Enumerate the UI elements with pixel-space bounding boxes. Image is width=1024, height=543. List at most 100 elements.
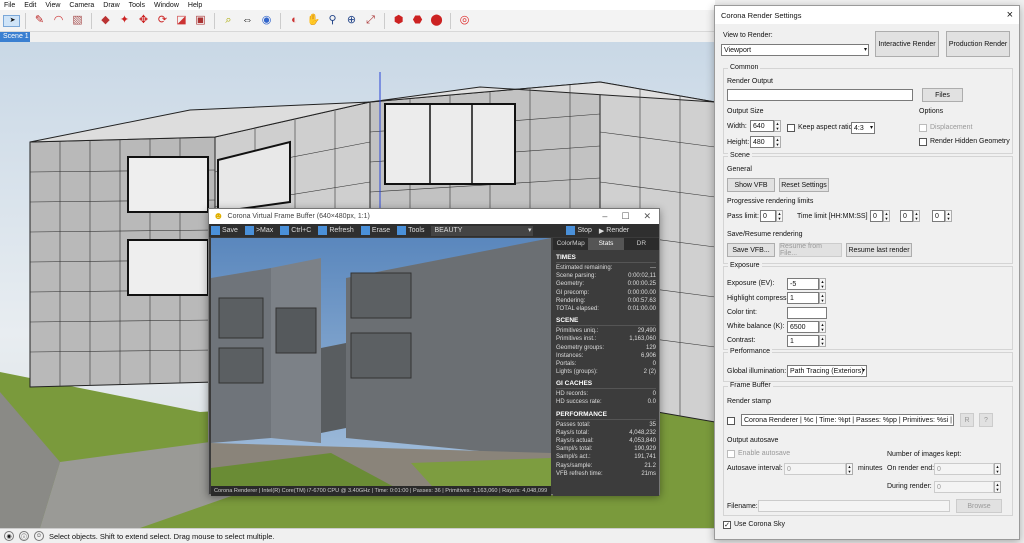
offset-tool-icon[interactable]: ▣ — [192, 12, 209, 29]
scene-tab[interactable]: Scene 1 — [0, 32, 30, 42]
on-render-end-stepper[interactable]: ▲ ▼ — [994, 463, 1001, 475]
files-button[interactable]: Files — [922, 88, 963, 102]
menu-window[interactable]: Window — [154, 2, 179, 9]
zoom-tool-icon[interactable]: ⚲ — [324, 12, 341, 29]
stamp-reset-button[interactable]: R — [960, 413, 974, 427]
time-hours-stepper[interactable]: ▲ ▼ — [883, 210, 890, 222]
exposure-ev-stepper[interactable]: ▲ ▼ — [819, 278, 826, 290]
time-seconds-stepper[interactable]: ▲ ▼ — [945, 210, 952, 222]
render-hidden-checkbox[interactable] — [919, 138, 927, 146]
tab-colormap[interactable]: ColorMap — [553, 238, 588, 250]
global-illumination-select[interactable]: Path Tracing (Exteriors) ▾ — [787, 365, 867, 377]
autosave-interval-stepper[interactable]: ▲ ▼ — [846, 463, 853, 475]
exposure-ev-field[interactable]: -5 — [787, 278, 819, 290]
white-balance-field[interactable]: 6500 — [787, 321, 819, 333]
autosave-interval-field[interactable]: 0 — [784, 463, 846, 475]
keep-aspect-checkbox[interactable] — [787, 124, 795, 132]
enable-autosave-checkbox[interactable] — [727, 450, 735, 458]
resume-from-file-button[interactable]: Resume from File... — [779, 243, 842, 257]
paint-bucket-icon[interactable]: ◉ — [258, 12, 275, 29]
pan-tool-icon[interactable]: ✋ — [305, 12, 322, 29]
browse-button[interactable]: Browse — [956, 499, 1002, 513]
tab-stats[interactable]: Stats — [588, 238, 624, 250]
dimension-icon[interactable]: ⇔ — [239, 12, 256, 29]
color-tint-swatch[interactable] — [787, 307, 827, 319]
height-field[interactable]: 480 — [750, 136, 774, 148]
filename-field[interactable] — [758, 500, 950, 512]
render-pass-select[interactable]: BEAUTY ▾ — [431, 225, 534, 236]
contrast-stepper[interactable]: ▲ ▼ — [819, 335, 826, 347]
during-render-stepper[interactable]: ▲ ▼ — [994, 481, 1001, 493]
scale-tool-icon[interactable]: ◪ — [173, 12, 190, 29]
vfb-copy-button[interactable]: Ctrl+C — [280, 226, 315, 235]
user-icon[interactable]: ☺ — [34, 531, 44, 541]
production-render-button[interactable]: Production Render — [946, 31, 1010, 57]
white-balance-stepper[interactable]: ▲ ▼ — [819, 321, 826, 333]
reset-settings-button[interactable]: Reset Settings — [779, 178, 829, 192]
credits-icon[interactable]: ⓘ — [19, 531, 29, 541]
on-render-end-field[interactable]: 0 — [934, 463, 994, 475]
pass-limit-stepper[interactable]: ▲ ▼ — [776, 210, 783, 222]
menu-camera[interactable]: Camera — [69, 2, 94, 9]
extension-icon[interactable]: ⬣ — [409, 12, 426, 29]
save-vfb-button[interactable]: Save VFB... — [727, 243, 775, 257]
corona-icon[interactable]: ◎ — [456, 12, 473, 29]
width-stepper[interactable]: ▲ ▼ — [774, 120, 781, 132]
vfb-render-button[interactable]: ▶ Render — [599, 227, 633, 235]
menu-tools[interactable]: Tools — [129, 2, 145, 9]
render-output-path[interactable] — [727, 89, 913, 101]
components-icon[interactable]: ⬤ — [428, 12, 445, 29]
render-stamp-field[interactable]: Corona Renderer | %c | Time: %pt | Passe… — [741, 414, 954, 426]
tape-measure-icon[interactable]: ⌕ — [220, 12, 237, 29]
width-field[interactable]: 640 — [750, 120, 774, 132]
time-minutes-stepper[interactable]: ▲ ▼ — [913, 210, 920, 222]
time-seconds-field[interactable]: 0 — [932, 210, 945, 222]
pencil-tool-icon[interactable]: ✎ — [31, 12, 48, 29]
show-vfb-button[interactable]: Show VFB — [727, 178, 775, 192]
tab-dr[interactable]: DR — [624, 238, 659, 250]
stamp-help-button[interactable]: ? — [979, 413, 993, 427]
menu-edit[interactable]: Edit — [24, 2, 36, 9]
orbit-tool-icon[interactable]: ◐ — [286, 12, 303, 29]
select-tool-icon[interactable]: ➤ — [3, 14, 20, 27]
rotate-tool-icon[interactable]: ⟳ — [154, 12, 171, 29]
minimize-icon[interactable]: – — [602, 211, 607, 222]
followme-tool-icon[interactable]: ✦ — [116, 12, 133, 29]
close-icon[interactable]: ✕ — [643, 211, 651, 222]
vfb-tools-button[interactable]: Tools — [397, 226, 428, 235]
pushpull-tool-icon[interactable]: ◆ — [97, 12, 114, 29]
vfb-stop-button[interactable]: Stop — [566, 226, 595, 235]
move-tool-icon[interactable]: ✥ — [135, 12, 152, 29]
aspect-select[interactable]: 4:3 ▾ — [851, 122, 875, 134]
time-minutes-field[interactable]: 0 — [900, 210, 913, 222]
vfb-save-button[interactable]: Save — [211, 226, 242, 235]
shape-tool-icon[interactable]: ▧ — [69, 12, 86, 29]
highlight-compress-stepper[interactable]: ▲ ▼ — [819, 292, 826, 304]
menu-help[interactable]: Help — [188, 2, 202, 9]
use-corona-sky-checkbox[interactable]: ✓ — [723, 521, 731, 529]
height-stepper[interactable]: ▲ ▼ — [774, 136, 781, 148]
menu-file[interactable]: File — [4, 2, 15, 9]
contrast-field[interactable]: 1 — [787, 335, 819, 347]
resume-last-render-button[interactable]: Resume last render — [846, 243, 912, 257]
view-to-render-select[interactable]: Viewport ▾ — [721, 44, 869, 56]
maximize-icon[interactable]: ☐ — [621, 211, 629, 222]
zoom-extents-icon[interactable]: ⤢ — [362, 12, 379, 29]
close-icon[interactable]: × — [1007, 9, 1013, 21]
time-hours-field[interactable]: 0 — [870, 210, 883, 222]
geolocation-icon[interactable]: ◉ — [4, 531, 14, 541]
vfb-max-button[interactable]: >Max — [244, 226, 277, 235]
highlight-compress-field[interactable]: 1 — [787, 292, 819, 304]
displacement-checkbox[interactable] — [919, 124, 927, 132]
warehouse-icon[interactable]: ⬢ — [390, 12, 407, 29]
interactive-render-button[interactable]: Interactive Render — [875, 31, 939, 57]
zoom-window-icon[interactable]: ⊕ — [343, 12, 360, 29]
arc-tool-icon[interactable]: ◠ — [50, 12, 67, 29]
during-render-field[interactable]: 0 — [934, 481, 994, 493]
pass-limit-field[interactable]: 0 — [760, 210, 776, 222]
render-stamp-checkbox[interactable] — [727, 417, 735, 425]
menu-draw[interactable]: Draw — [103, 2, 119, 9]
vfb-erase-button[interactable]: Erase — [360, 226, 394, 235]
menu-view[interactable]: View — [45, 2, 60, 9]
vfb-refresh-button[interactable]: Refresh — [318, 226, 358, 235]
